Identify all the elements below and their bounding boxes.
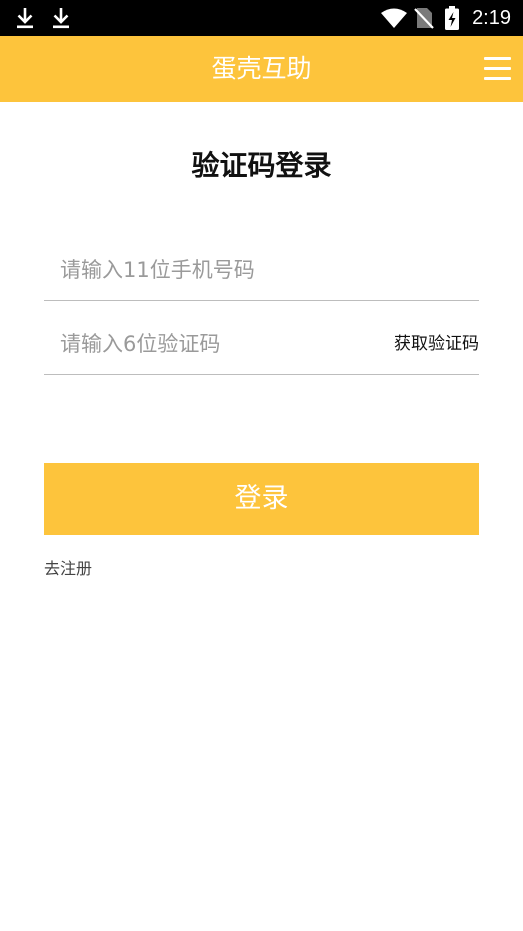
code-field: 获取验证码 xyxy=(44,314,479,375)
page-title: 验证码登录 xyxy=(191,149,332,182)
login-button[interactable]: 登录 xyxy=(44,463,479,535)
verification-code-input[interactable] xyxy=(60,322,380,366)
app-title: 蛋壳互助 xyxy=(211,54,312,83)
phone-input[interactable] xyxy=(60,248,380,292)
login-screen: 2:19 蛋壳互助 验证码登录 获取验证码 登录 去注册 xyxy=(0,0,523,931)
battery-charging-icon xyxy=(444,0,460,36)
no-sim-icon xyxy=(414,0,434,36)
phone-field xyxy=(44,240,479,301)
status-time: 2:19 xyxy=(472,7,511,29)
status-bar: 2:19 xyxy=(0,0,523,36)
get-code-button[interactable]: 获取验证码 xyxy=(394,322,479,366)
menu-icon[interactable] xyxy=(484,57,511,81)
register-link[interactable]: 去注册 xyxy=(44,556,92,582)
wifi-icon xyxy=(380,0,408,36)
download-icon xyxy=(50,0,72,36)
app-bar: 蛋壳互助 xyxy=(0,36,523,102)
download-icon xyxy=(14,0,36,36)
